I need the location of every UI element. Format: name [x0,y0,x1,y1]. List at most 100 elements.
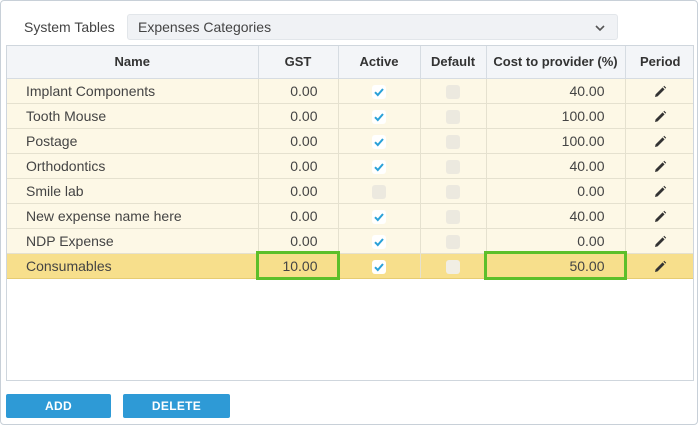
column-header-period[interactable]: Period [625,46,693,79]
cell-period[interactable] [625,103,693,129]
cell-name[interactable]: Implant Components [7,78,259,104]
pencil-icon[interactable] [653,135,667,149]
cell-default[interactable] [420,228,487,254]
cell-gst[interactable]: 0.00 [258,153,339,179]
cell-active[interactable] [338,153,421,179]
cell-active[interactable] [338,228,421,254]
table-select[interactable]: Expenses Categories [127,14,618,40]
pencil-icon[interactable] [653,110,667,124]
default-checkbox[interactable] [446,184,460,199]
pencil-icon[interactable] [653,235,667,249]
table-row[interactable]: Smile lab 0.00 0.00 [7,178,693,204]
active-checkbox[interactable] [372,234,386,249]
cell-gst[interactable]: 0.00 [258,178,339,204]
check-icon [374,262,384,272]
default-checkbox[interactable] [446,234,460,249]
table-row[interactable]: Consumables 10.00 50.00 [7,251,693,280]
column-header-gst[interactable]: GST [258,46,339,79]
pencil-icon[interactable] [653,160,667,174]
cell-name[interactable]: Smile lab [7,178,259,204]
table-row[interactable]: Postage 0.00 100.00 [7,128,693,154]
cell-cost[interactable]: 40.00 [486,153,626,179]
cell-cost[interactable]: 0.00 [486,178,626,204]
table-row[interactable]: Orthodontics 0.00 40.00 [7,153,693,179]
pencil-icon[interactable] [653,260,667,274]
cell-period[interactable] [625,128,693,154]
header-row: Name GST Active Default Cost to provider… [7,46,693,79]
add-button[interactable]: ADD [6,394,111,418]
system-tables-label: System Tables [24,19,115,35]
check-icon [374,112,384,122]
table-select-value: Expenses Categories [138,19,272,35]
cell-default[interactable] [420,103,487,129]
cell-cost[interactable]: 50.00 [484,251,627,280]
cell-gst[interactable]: 0.00 [258,203,339,229]
column-header-default[interactable]: Default [420,46,487,79]
cell-default[interactable] [420,128,487,154]
cell-active[interactable] [338,178,421,204]
cell-active[interactable] [338,203,421,229]
column-header-cost[interactable]: Cost to provider (%) [486,46,626,79]
active-checkbox[interactable] [372,109,386,124]
active-checkbox[interactable] [372,184,386,199]
cell-period[interactable] [625,228,693,254]
active-checkbox[interactable] [372,259,386,274]
active-checkbox[interactable] [372,84,386,99]
cell-active[interactable] [338,103,421,129]
cell-default[interactable] [420,78,487,104]
check-icon [374,137,384,147]
check-icon [374,87,384,97]
expenses-grid: Name GST Active Default Cost to provider… [6,45,694,381]
cell-default[interactable] [420,153,487,179]
cell-period[interactable] [625,178,693,204]
cell-name[interactable]: New expense name here [7,203,259,229]
cell-name[interactable]: Orthodontics [7,153,259,179]
cell-period[interactable] [625,203,693,229]
delete-button[interactable]: DELETE [123,394,230,418]
cell-gst[interactable]: 10.00 [256,251,340,280]
pencil-icon[interactable] [653,185,667,199]
cell-name[interactable]: Postage [7,128,259,154]
pencil-icon[interactable] [653,85,667,99]
cell-gst[interactable]: 0.00 [258,128,339,154]
cell-gst[interactable]: 0.00 [258,103,339,129]
cell-gst[interactable]: 0.00 [258,228,339,254]
active-checkbox[interactable] [372,159,386,174]
check-icon [374,237,384,247]
cell-name[interactable]: Consumables [7,253,259,279]
default-checkbox[interactable] [446,109,460,124]
active-checkbox[interactable] [372,134,386,149]
cell-period[interactable] [625,253,693,279]
default-checkbox[interactable] [446,159,460,174]
cell-cost[interactable]: 40.00 [486,78,626,104]
default-checkbox[interactable] [446,209,460,224]
cell-default[interactable] [420,253,487,279]
pencil-icon[interactable] [653,210,667,224]
default-checkbox[interactable] [446,134,460,149]
cell-period[interactable] [625,78,693,104]
cell-active[interactable] [338,78,421,104]
table-row[interactable]: Implant Components 0.00 40.00 [7,78,693,104]
default-checkbox[interactable] [446,259,460,274]
cell-gst[interactable]: 0.00 [258,78,339,104]
cell-period[interactable] [625,153,693,179]
active-checkbox[interactable] [372,209,386,224]
column-header-active[interactable]: Active [338,46,421,79]
cell-default[interactable] [420,203,487,229]
cell-cost[interactable]: 0.00 [486,228,626,254]
table-row[interactable]: Tooth Mouse 0.00 100.00 [7,103,693,129]
table-row[interactable]: New expense name here 0.00 40.00 [7,203,693,229]
cell-default[interactable] [420,178,487,204]
table-row[interactable]: NDP Expense 0.00 0.00 [7,228,693,254]
cell-name[interactable]: NDP Expense [7,228,259,254]
column-header-name[interactable]: Name [7,46,259,79]
cell-cost[interactable]: 100.00 [486,128,626,154]
cell-cost[interactable]: 40.00 [486,203,626,229]
cell-name[interactable]: Tooth Mouse [7,103,259,129]
cell-active[interactable] [338,128,421,154]
default-checkbox[interactable] [446,84,460,99]
expenses-table: Name GST Active Default Cost to provider… [7,46,693,280]
cell-cost[interactable]: 100.00 [486,103,626,129]
cell-active[interactable] [338,253,421,279]
system-tables-bar: System Tables [24,14,127,40]
